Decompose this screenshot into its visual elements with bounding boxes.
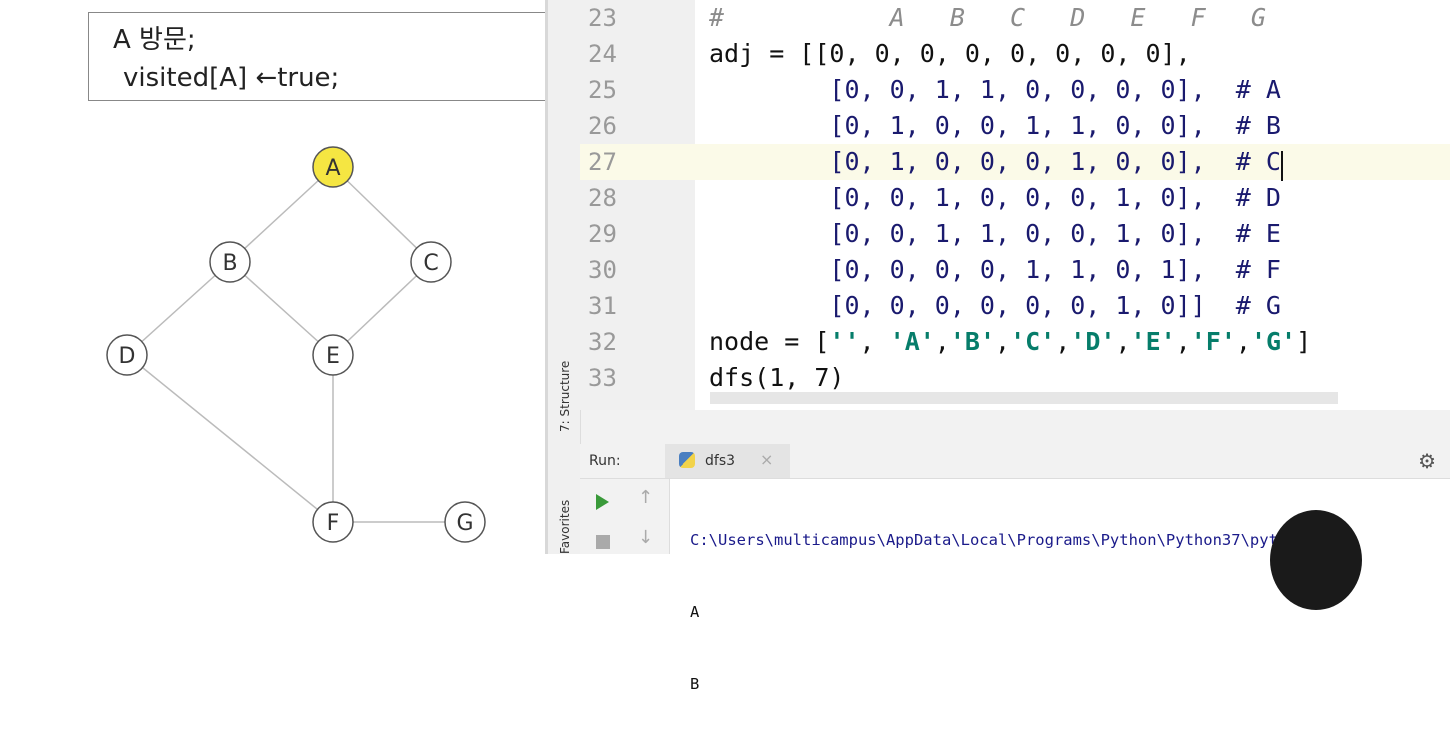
graph-node-G: G <box>444 501 486 543</box>
graph-diagram: A B C D E F G <box>106 146 486 543</box>
horizontal-scrollbar[interactable] <box>710 392 1338 404</box>
code-line[interactable]: 24 adj = [[0, 0, 0, 0, 0, 0, 0, 0], <box>580 36 1450 72</box>
pseudocode-line: A 방문; <box>113 25 196 55</box>
string-token: '' <box>829 327 860 356</box>
favorites-tool-button[interactable]: Favorites <box>558 500 572 554</box>
string-token: 'D' <box>1070 327 1116 356</box>
code-line[interactable]: 32 node = ['', 'A','B','C','D','E','F','G… <box>580 324 1450 360</box>
code-line[interactable]: 33 dfs(1, 7) <box>580 360 1450 396</box>
lecture-slide: A 방문; visited[A] ←true; A B C D E F G <box>0 0 548 554</box>
code-line[interactable]: 28 [0, 0, 1, 0, 0, 0, 1, 0], # D <box>580 180 1450 216</box>
graph-node-C: C <box>410 241 452 283</box>
string-token: 'A' <box>889 327 935 356</box>
code-line[interactable]: 31 [0, 0, 0, 0, 0, 0, 1, 0]] # G <box>580 288 1450 324</box>
graph-edge-D-F <box>126 354 334 523</box>
code-text: [0, 1, 0, 0, 1, 1, 0, 0], # B <box>709 111 1281 140</box>
line-number: 28 <box>588 184 617 212</box>
run-tab-dfs3[interactable]: dfs3 × <box>665 444 790 478</box>
code-text: [0, 0, 1, 1, 0, 0, 1, 0], # E <box>709 219 1281 248</box>
graph-edge-B-D <box>126 261 231 356</box>
stop-icon[interactable] <box>596 535 610 549</box>
line-number: 25 <box>588 76 617 104</box>
code-text: [0, 0, 1, 1, 0, 0, 0, 0], # A <box>709 75 1281 104</box>
pseudocode-line: visited[A] ←true; <box>123 63 340 93</box>
code-text: [0, 0, 1, 0, 0, 0, 1, 0], # D <box>709 183 1281 212</box>
line-number: 33 <box>588 364 617 392</box>
run-label: Run: <box>589 453 621 469</box>
console-line: B <box>690 675 700 693</box>
graph-node-D: D <box>106 334 148 376</box>
code-text: [0, 1, 0, 0, 0, 1, 0, 0], # C <box>709 147 1281 176</box>
code-line[interactable]: 26 [0, 1, 0, 0, 1, 1, 0, 0], # B <box>580 108 1450 144</box>
line-number: 26 <box>588 112 617 140</box>
graph-edge-B-E <box>229 261 334 356</box>
comment-token: # A B C D E F G <box>709 3 1266 32</box>
node-label: E <box>326 344 340 369</box>
tool-strip: 7: Structure Favorites <box>548 0 581 554</box>
arrow-up-icon[interactable]: ↑ <box>638 487 653 508</box>
code-line[interactable]: 30 [0, 0, 0, 0, 1, 1, 0, 1], # F <box>580 252 1450 288</box>
string-token: 'G' <box>1250 327 1297 356</box>
node-label: G <box>456 511 473 536</box>
console-output: C:\Users\multicampus\AppData\Local\Progr… <box>690 480 1306 744</box>
run-toolbar-nav: ↑ ↓ <box>625 479 670 554</box>
console-line: C:\Users\multicampus\AppData\Local\Progr… <box>690 531 1306 549</box>
line-number: 24 <box>588 40 617 68</box>
line-number: 23 <box>588 4 617 32</box>
string-token: 'C' <box>1010 327 1056 356</box>
line-number: 32 <box>588 328 617 356</box>
string-token: 'B' <box>949 327 996 356</box>
python-icon <box>679 452 695 468</box>
graph-node-A: A <box>312 146 354 188</box>
code-line[interactable]: 29 [0, 0, 1, 1, 0, 0, 1, 0], # E <box>580 216 1450 252</box>
code-text: node = ['', 'A','B','C','D','E','F','G'] <box>709 327 1312 356</box>
line-number: 27 <box>588 148 617 176</box>
graph-node-E: E <box>312 334 354 376</box>
code-text: dfs(1, 7) <box>709 363 845 392</box>
code-text: [0, 0, 0, 0, 0, 0, 1, 0]] # G <box>709 291 1281 320</box>
node-label: B <box>222 251 237 276</box>
string-token: 'F' <box>1190 327 1236 356</box>
pseudocode-box: A 방문; visited[A] ←true; <box>88 12 548 101</box>
code-line[interactable]: 25 [0, 0, 1, 1, 0, 0, 0, 0], # A <box>580 72 1450 108</box>
code-line[interactable]: 23 # A B C D E F G <box>580 0 1450 36</box>
webcam-overlay <box>1270 510 1362 610</box>
arrow-down-icon[interactable]: ↓ <box>638 527 653 548</box>
line-number: 31 <box>588 292 617 320</box>
code-text: adj = [[0, 0, 0, 0, 0, 0, 0, 0], <box>709 39 1191 68</box>
string-token: 'E' <box>1130 327 1176 356</box>
close-icon[interactable]: × <box>760 450 773 469</box>
code-line[interactable]: 27 [0, 1, 0, 0, 0, 1, 0, 0], # C <box>580 144 1450 181</box>
graph-edge-A-B <box>229 166 334 263</box>
node-label: A <box>325 156 340 181</box>
rerun-play-icon[interactable] <box>596 494 609 510</box>
line-number: 30 <box>588 256 617 284</box>
run-header: Run: dfs3 × ⚙ <box>580 444 1450 479</box>
node-label: C <box>423 251 438 276</box>
text-caret <box>1280 150 1283 181</box>
node-label: F <box>327 511 340 536</box>
run-tab-label: dfs3 <box>705 453 736 469</box>
console-line: A <box>690 603 700 621</box>
graph-node-B: B <box>209 241 251 283</box>
ide-window: 7: Structure Favorites 23 # A B C D E F G… <box>548 0 1450 693</box>
structure-tool-button[interactable]: 7: Structure <box>558 361 572 432</box>
run-toolbar <box>580 479 626 554</box>
code-text: # A B C D E F G <box>709 3 1266 32</box>
gear-icon[interactable]: ⚙ <box>1418 449 1436 473</box>
line-number: 29 <box>588 220 617 248</box>
graph-node-F: F <box>312 501 354 543</box>
code-text: [0, 0, 0, 0, 1, 1, 0, 1], # F <box>709 255 1281 284</box>
node-label: D <box>119 344 136 369</box>
